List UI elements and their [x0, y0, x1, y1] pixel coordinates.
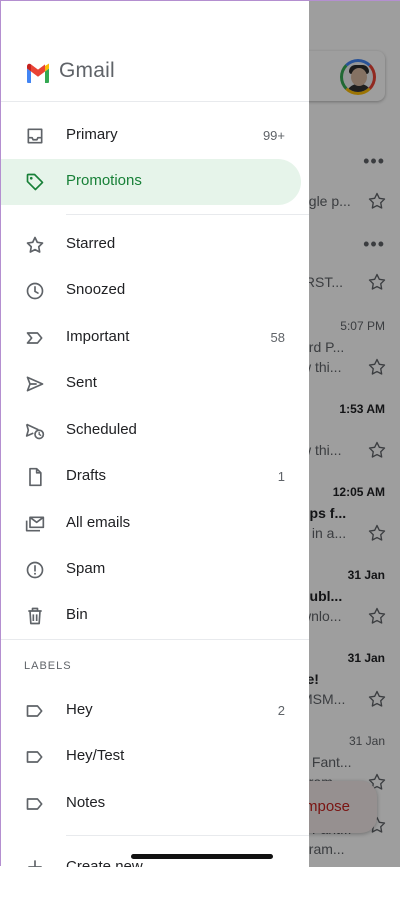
tag-icon	[26, 173, 44, 191]
draft-icon	[29, 467, 42, 487]
label-icon	[26, 705, 43, 717]
divider	[66, 835, 309, 836]
divider	[1, 101, 309, 102]
gmail-logo-icon	[27, 63, 49, 83]
trash-icon	[28, 607, 42, 625]
nav-item-label: Bin	[66, 606, 88, 623]
nav-item-promotions[interactable]: Promotions	[1, 159, 301, 205]
nav-item-bin[interactable]: Bin	[1, 593, 301, 639]
nav-item-starred[interactable]: Starred	[1, 222, 301, 268]
divider	[1, 639, 309, 640]
nav-item-important[interactable]: Important 58	[1, 315, 301, 361]
nav-item-label: Starred	[66, 235, 116, 252]
star-icon	[26, 236, 44, 253]
spam-icon	[26, 561, 44, 579]
label-icon	[26, 798, 43, 810]
nav-item-label-notes[interactable]: Notes	[1, 781, 301, 827]
drawer-header: Gmail	[1, 57, 309, 101]
nav-item-drafts[interactable]: Drafts 1	[1, 454, 301, 500]
nav-item-all-emails[interactable]: All emails	[1, 501, 301, 547]
nav-item-label: All emails	[66, 514, 131, 531]
nav-item-primary[interactable]: Primary 99+	[1, 113, 301, 159]
nav-item-scheduled[interactable]: Scheduled	[1, 408, 301, 454]
navigation-drawer: Gmail Primary 99+ Promotions Starred Sno…	[1, 1, 309, 867]
send-icon	[26, 376, 44, 392]
nav-item-label: Scheduled	[66, 421, 137, 438]
nav-item-count: 58	[270, 330, 285, 345]
clock-icon	[26, 282, 44, 300]
nav-item-label: Promotions	[66, 172, 142, 189]
nav-item-label-hey-test[interactable]: Hey/Test	[1, 734, 301, 780]
scheduled-icon	[25, 423, 45, 440]
nav-item-count: 2	[277, 703, 285, 718]
nav-item-label: Important	[66, 328, 130, 345]
labels-heading: LABELS	[24, 660, 72, 672]
nav-item-count: 1	[277, 469, 285, 484]
important-icon	[26, 332, 43, 344]
nav-item-label: Sent	[66, 374, 97, 391]
nav-item-label: Snoozed	[66, 281, 126, 298]
divider	[66, 214, 309, 215]
nav-item-label: Spam	[66, 560, 106, 577]
app-title: Gmail	[59, 59, 115, 82]
nav-item-label-hey[interactable]: Hey 2	[1, 688, 301, 734]
nav-item-label: Drafts	[66, 467, 107, 484]
nav-item-sent[interactable]: Sent	[1, 361, 301, 407]
nav-item-count: 99+	[262, 128, 285, 143]
nav-item-label: Hey/Test	[66, 747, 125, 764]
nav-item-label: Notes	[66, 794, 106, 811]
label-icon	[26, 751, 43, 763]
inbox-icon	[27, 128, 43, 144]
home-indicator[interactable]	[131, 854, 273, 859]
all-mail-icon	[25, 516, 45, 532]
nav-item-label: Hey	[66, 701, 93, 718]
nav-item-label: Primary	[66, 126, 118, 143]
nav-item-snoozed[interactable]: Snoozed	[1, 268, 301, 314]
nav-item-spam[interactable]: Spam	[1, 547, 301, 593]
